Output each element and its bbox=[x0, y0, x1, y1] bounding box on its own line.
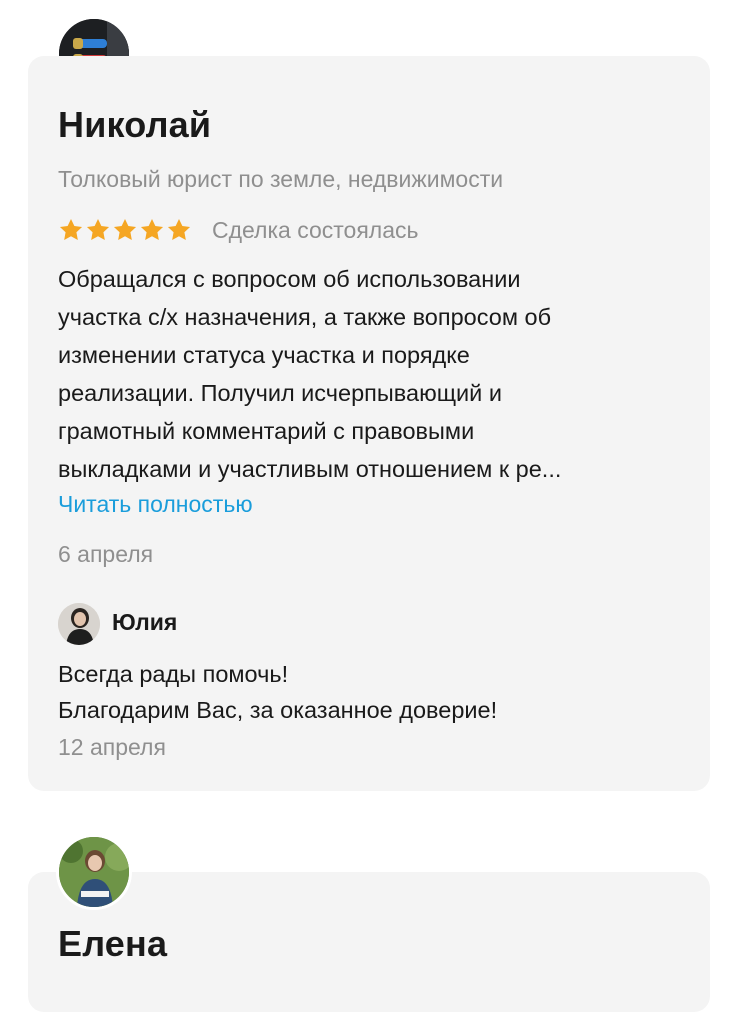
review-text-line: участка с/х назначения, а также вопросом… bbox=[58, 304, 552, 330]
review-text: Обращался с вопросом об использовании уч… bbox=[58, 260, 688, 488]
review-text-line: Обращался с вопросом об использовании bbox=[58, 266, 521, 292]
reply-avatar bbox=[58, 603, 100, 645]
review-text-line: реализации. Получил исчерпывающий и bbox=[58, 380, 502, 406]
reply-author: Юлия bbox=[112, 609, 178, 635]
reviewer-name: Елена bbox=[58, 923, 168, 964]
review-date: 6 апреля bbox=[58, 541, 154, 567]
review-text-line: грамотный комментарий с правовыми bbox=[58, 418, 475, 444]
review-text-line: изменении статуса участка и порядке bbox=[58, 342, 470, 368]
reply-text-line: Всегда рады помочь! bbox=[58, 661, 289, 687]
reviewer-avatar bbox=[56, 834, 132, 910]
star-icon bbox=[140, 218, 164, 240]
reply-date: 12 апреля bbox=[58, 734, 166, 760]
reply-avatar-image bbox=[58, 603, 100, 645]
reply-text-line: Благодарим Вас, за оказанное доверие! bbox=[58, 697, 498, 723]
reviewer-name: Николай bbox=[58, 104, 212, 145]
read-more-link[interactable]: Читать полностью bbox=[58, 491, 253, 518]
star-icon bbox=[113, 218, 137, 240]
review-title: Толковый юрист по земле, недвижимости bbox=[58, 166, 504, 192]
avatar-image bbox=[59, 837, 129, 907]
star-rating bbox=[58, 217, 192, 243]
review-text-line: выкладками и участливым отношением к ре.… bbox=[58, 456, 562, 482]
star-icon bbox=[167, 218, 191, 240]
reply-text: Всегда рады помочь! Благодарим Вас, за о… bbox=[58, 656, 497, 728]
star-icon bbox=[86, 218, 110, 240]
star-icon bbox=[59, 218, 83, 240]
rating-row: Сделка состоялась bbox=[58, 212, 419, 248]
deal-status: Сделка состоялась bbox=[212, 216, 419, 243]
